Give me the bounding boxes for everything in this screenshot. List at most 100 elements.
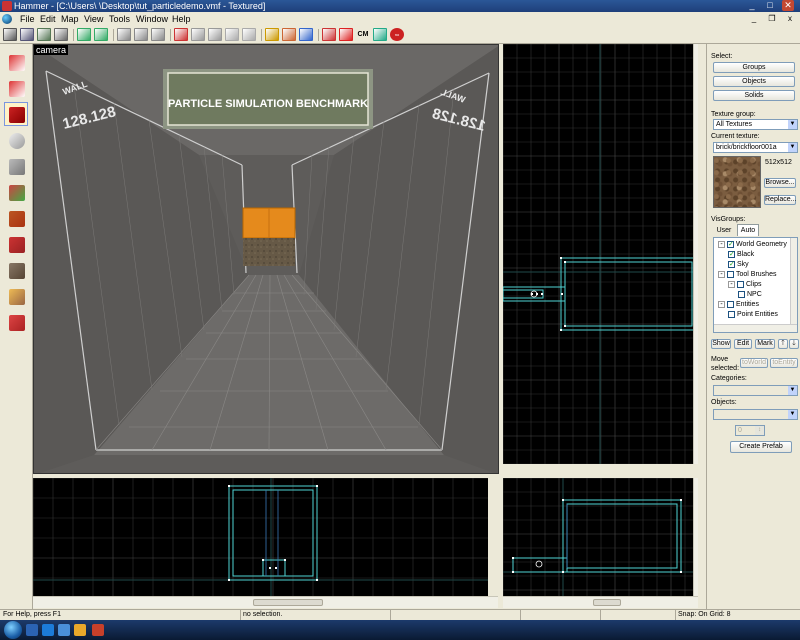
show-desktop-icon[interactable] [26,624,38,636]
visgroup-checkbox[interactable] [728,250,735,259]
3d-grid-icon[interactable] [54,28,68,41]
visgroup-checkbox[interactable] [727,300,734,308]
visgroup-item[interactable]: Black [728,250,754,259]
to-entity-button[interactable]: toEntity [770,358,798,368]
prefab-spinner[interactable]: 0 ↕ [735,425,765,436]
entity-tool-button[interactable] [4,128,28,152]
move-up-button[interactable]: 🡑 [778,339,788,349]
select-solids-button[interactable]: Solids [713,90,795,101]
visgroup-item[interactable]: - Entities [718,300,759,309]
edit-button[interactable]: Edit [734,339,752,349]
carve-icon[interactable] [174,28,188,41]
texture-lock-icon[interactable] [282,28,296,41]
top-2d-viewport[interactable] [503,44,698,464]
paste-icon[interactable] [151,28,165,41]
grid-decrease-icon[interactable] [20,28,34,41]
side-viewport-vscroll[interactable] [693,478,698,596]
side-viewport-hscroll[interactable] [503,596,698,608]
mdi-minimize-button[interactable]: _ [748,13,760,24]
tab-auto[interactable]: Auto [737,224,759,236]
categories-select[interactable]: ▼ [713,385,798,396]
top-viewport-vscroll[interactable] [693,44,698,464]
explorer-folder-icon[interactable] [74,624,86,636]
unhide-icon[interactable] [242,28,256,41]
side-hscroll-thumb[interactable] [593,599,621,606]
visgroup-item[interactable]: Point Entities [728,310,778,319]
cm-icon[interactable]: CM [356,28,370,41]
start-button[interactable] [4,621,22,639]
cut-icon[interactable] [117,28,131,41]
side-2d-viewport[interactable] [503,478,698,596]
grid-increase-icon[interactable] [37,28,51,41]
maximize-button[interactable]: □ [764,0,776,11]
camera-viewport[interactable]: PARTICLE SIMULATION BENCHMARK WALL 128.1… [33,44,499,474]
switch-windows-icon[interactable] [42,624,54,636]
ungroup-icon[interactable] [208,28,222,41]
menu-tools[interactable]: Tools [107,12,132,26]
apply-current-texture-tool-button[interactable] [4,206,28,230]
textures-icon[interactable] [322,28,336,41]
front-hscroll-thumb[interactable] [253,599,323,606]
browse-button[interactable]: Browse... [764,178,796,188]
grid-toggle-icon[interactable] [3,28,17,41]
visgroups-vscroll[interactable] [790,238,797,324]
group-icon[interactable] [191,28,205,41]
visgroup-checkbox[interactable] [727,270,734,278]
visgroup-checkbox[interactable] [738,290,745,298]
show-button[interactable]: Show [711,339,731,349]
visgroup-item[interactable]: - Clips [728,280,762,289]
move-down-button[interactable]: 🡓 [789,339,799,349]
no-draw-icon[interactable]: no draw [390,28,404,50]
copy-icon[interactable] [134,28,148,41]
select-objects-button[interactable]: Objects [713,76,795,87]
close-button[interactable]: ✕ [782,0,794,11]
visgroup-item[interactable]: Sky [728,260,749,269]
spinner-arrows-icon[interactable]: ↕ [755,426,764,435]
current-texture-select[interactable]: brick/brickfloor001a ▼ [713,142,798,153]
tab-user[interactable]: User [713,225,735,236]
undo-icon[interactable] [77,28,91,41]
front-2d-viewport[interactable] [33,478,488,596]
visgroup-checkbox[interactable] [728,310,735,318]
front-viewport-hscroll[interactable] [33,596,498,608]
selection-toggle-icon[interactable] [299,28,313,41]
clipping-tool-button[interactable] [4,284,28,308]
to-world-button[interactable]: toWorld [740,358,768,368]
tree-collapse-icon[interactable]: - [728,280,735,288]
mdi-restore-button[interactable]: ❐ [766,13,778,24]
document-icon[interactable] [2,14,12,24]
camera-tool-button[interactable] [4,102,28,126]
overlay-tool-button[interactable] [4,258,28,282]
selection-tool-button[interactable] [4,50,28,74]
visgroup-checkbox[interactable] [727,240,734,249]
minimize-button[interactable]: _ [746,0,758,11]
tree-collapse-icon[interactable]: - [718,240,725,248]
visgroup-checkbox[interactable] [728,260,735,269]
run-map-icon[interactable] [339,28,353,41]
hide-icon[interactable] [225,28,239,41]
mdi-close-button[interactable]: x [784,13,796,24]
menu-file[interactable]: File [18,12,37,26]
tree-collapse-icon[interactable]: - [718,300,725,308]
visgroup-item[interactable]: NPC [738,290,762,299]
hammer-taskbar-icon[interactable] [92,624,104,636]
redo-icon[interactable] [94,28,108,41]
menu-view[interactable]: View [82,12,105,26]
visgroup-item[interactable]: - Tool Brushes [718,270,776,279]
decal-tool-button[interactable] [4,232,28,256]
objects-select[interactable]: ▼ [713,409,798,420]
visgroup-checkbox[interactable] [737,280,744,288]
menu-window[interactable]: Window [134,12,170,26]
internet-explorer-icon[interactable] [58,624,70,636]
visgroup-item[interactable]: - World Geometry [718,240,787,249]
menu-map[interactable]: Map [59,12,81,26]
camera-viewport-label[interactable]: camera [34,45,69,55]
mark-button[interactable]: Mark [755,339,775,349]
select-groups-button[interactable]: Groups [713,62,795,73]
visgroups-hscroll[interactable] [714,324,797,332]
menu-help[interactable]: Help [170,12,193,26]
cordon-icon[interactable] [265,28,279,41]
replace-button[interactable]: Replace... [764,195,797,205]
tree-collapse-icon[interactable]: - [718,270,725,278]
texture-preview[interactable] [713,156,761,208]
